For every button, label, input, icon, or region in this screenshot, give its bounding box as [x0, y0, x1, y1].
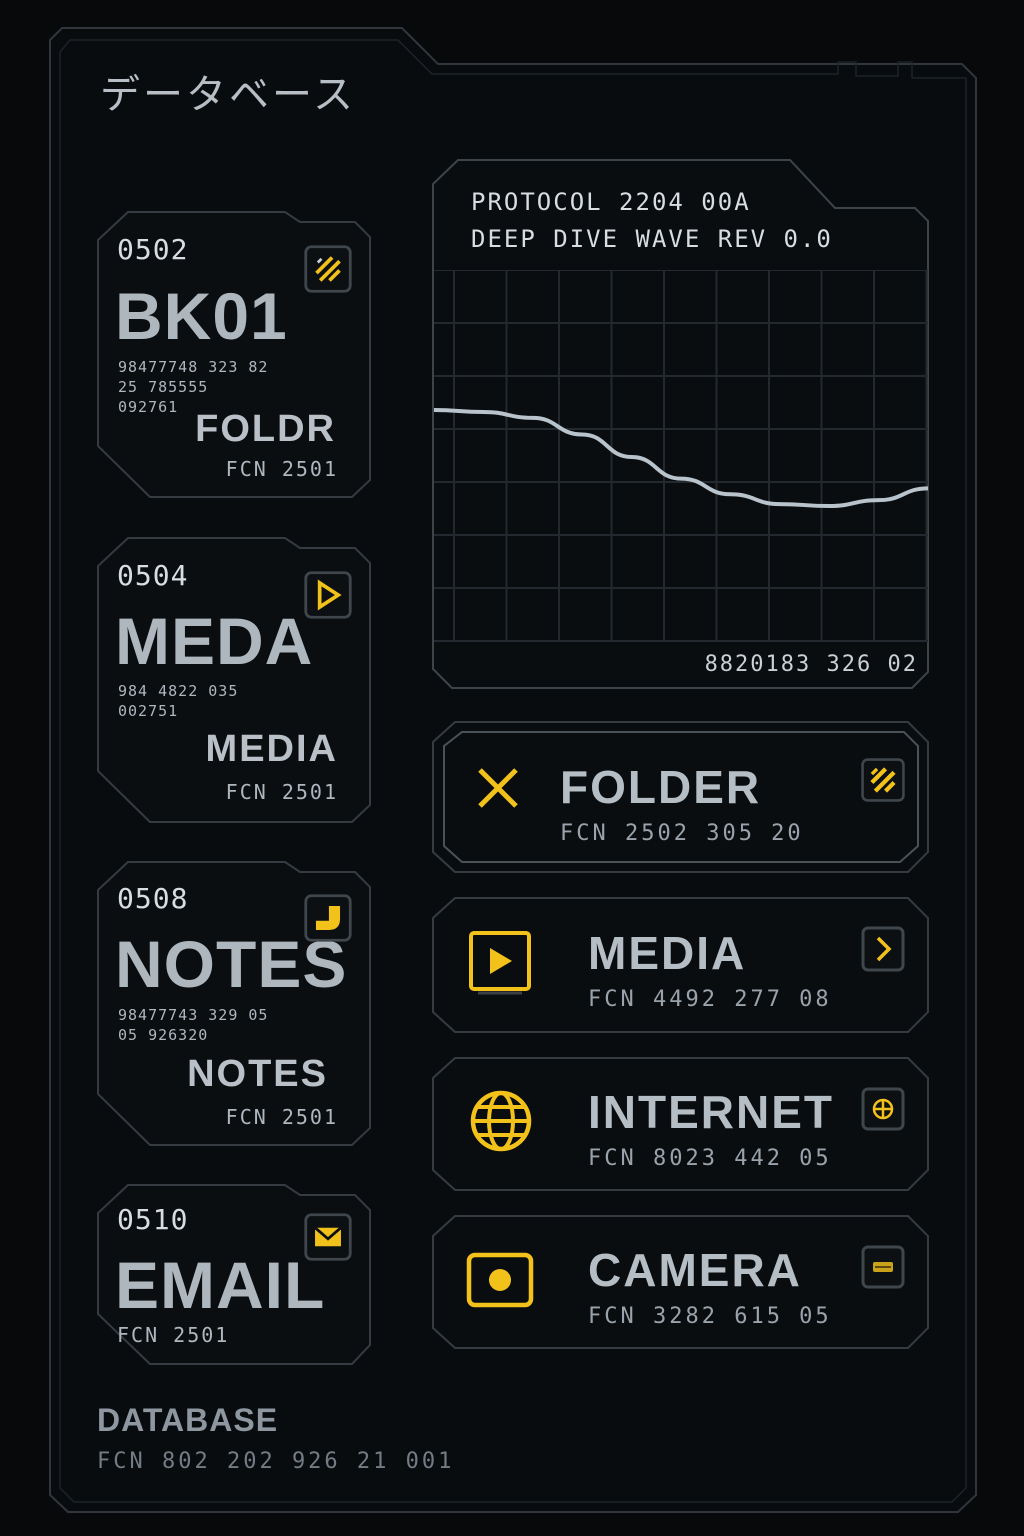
row-fcn: FCN 8023 442 05 — [588, 1146, 832, 1171]
row-title: FOLDER — [560, 761, 762, 813]
card-label: NOTES — [187, 1053, 328, 1095]
chart-header-line1: PROTOCOL 2204 00A — [471, 188, 751, 216]
hatch-icon[interactable] — [303, 244, 353, 294]
play-icon — [469, 931, 531, 995]
page-title: データベース — [100, 72, 356, 118]
chevron-right-icon[interactable] — [861, 926, 905, 972]
play-icon[interactable] — [303, 570, 353, 620]
row-title: MEDIA — [588, 927, 747, 979]
card-code: 0504 — [117, 559, 189, 592]
card-serial: 984 4822 035 002751 — [118, 682, 239, 720]
card-code: 0502 — [117, 233, 189, 266]
row-fcn: FCN 2502 305 20 — [560, 821, 804, 846]
card-fcn: FCN 2501 — [117, 1323, 230, 1347]
close-x-icon — [478, 768, 518, 808]
card-name: MEDA — [115, 604, 314, 678]
chart-footer-code: 8820183 326 02 — [704, 652, 918, 677]
row-title: INTERNET — [588, 1086, 834, 1138]
card-fcn: FCN 2501 — [225, 457, 338, 481]
footer-fcn: FCN 802 202 926 21 001 — [97, 1449, 455, 1474]
minus-icon[interactable] — [861, 1245, 905, 1289]
card-fcn: FCN 2501 — [225, 780, 338, 804]
chart-header-line2: DEEP DIVE WAVE REV 0.0 — [471, 225, 833, 253]
crosshair-icon[interactable] — [861, 1087, 905, 1131]
card-code: 0508 — [117, 882, 189, 915]
hatch-icon[interactable] — [860, 757, 906, 803]
globe-icon — [470, 1090, 532, 1152]
card-label: MEDIA — [205, 728, 338, 770]
note-icon[interactable] — [303, 893, 353, 943]
card-code: 0510 — [117, 1203, 189, 1236]
card-name: EMAIL — [115, 1248, 326, 1322]
mail-icon[interactable] — [303, 1212, 353, 1262]
card-name: BK01 — [115, 279, 288, 353]
footer-title: DATABASE — [97, 1402, 279, 1438]
wave-chart — [434, 270, 928, 642]
row-fcn: FCN 3282 615 05 — [588, 1304, 832, 1329]
wave-series-line — [434, 408, 928, 509]
camera-icon — [466, 1252, 534, 1308]
card-label: FOLDR — [195, 408, 336, 450]
card-fcn: FCN 2501 — [225, 1105, 338, 1129]
card-serial: 98477743 329 05 05 926320 — [118, 1006, 269, 1044]
row-title: CAMERA — [588, 1244, 802, 1296]
row-fcn: FCN 4492 277 08 — [588, 987, 832, 1012]
